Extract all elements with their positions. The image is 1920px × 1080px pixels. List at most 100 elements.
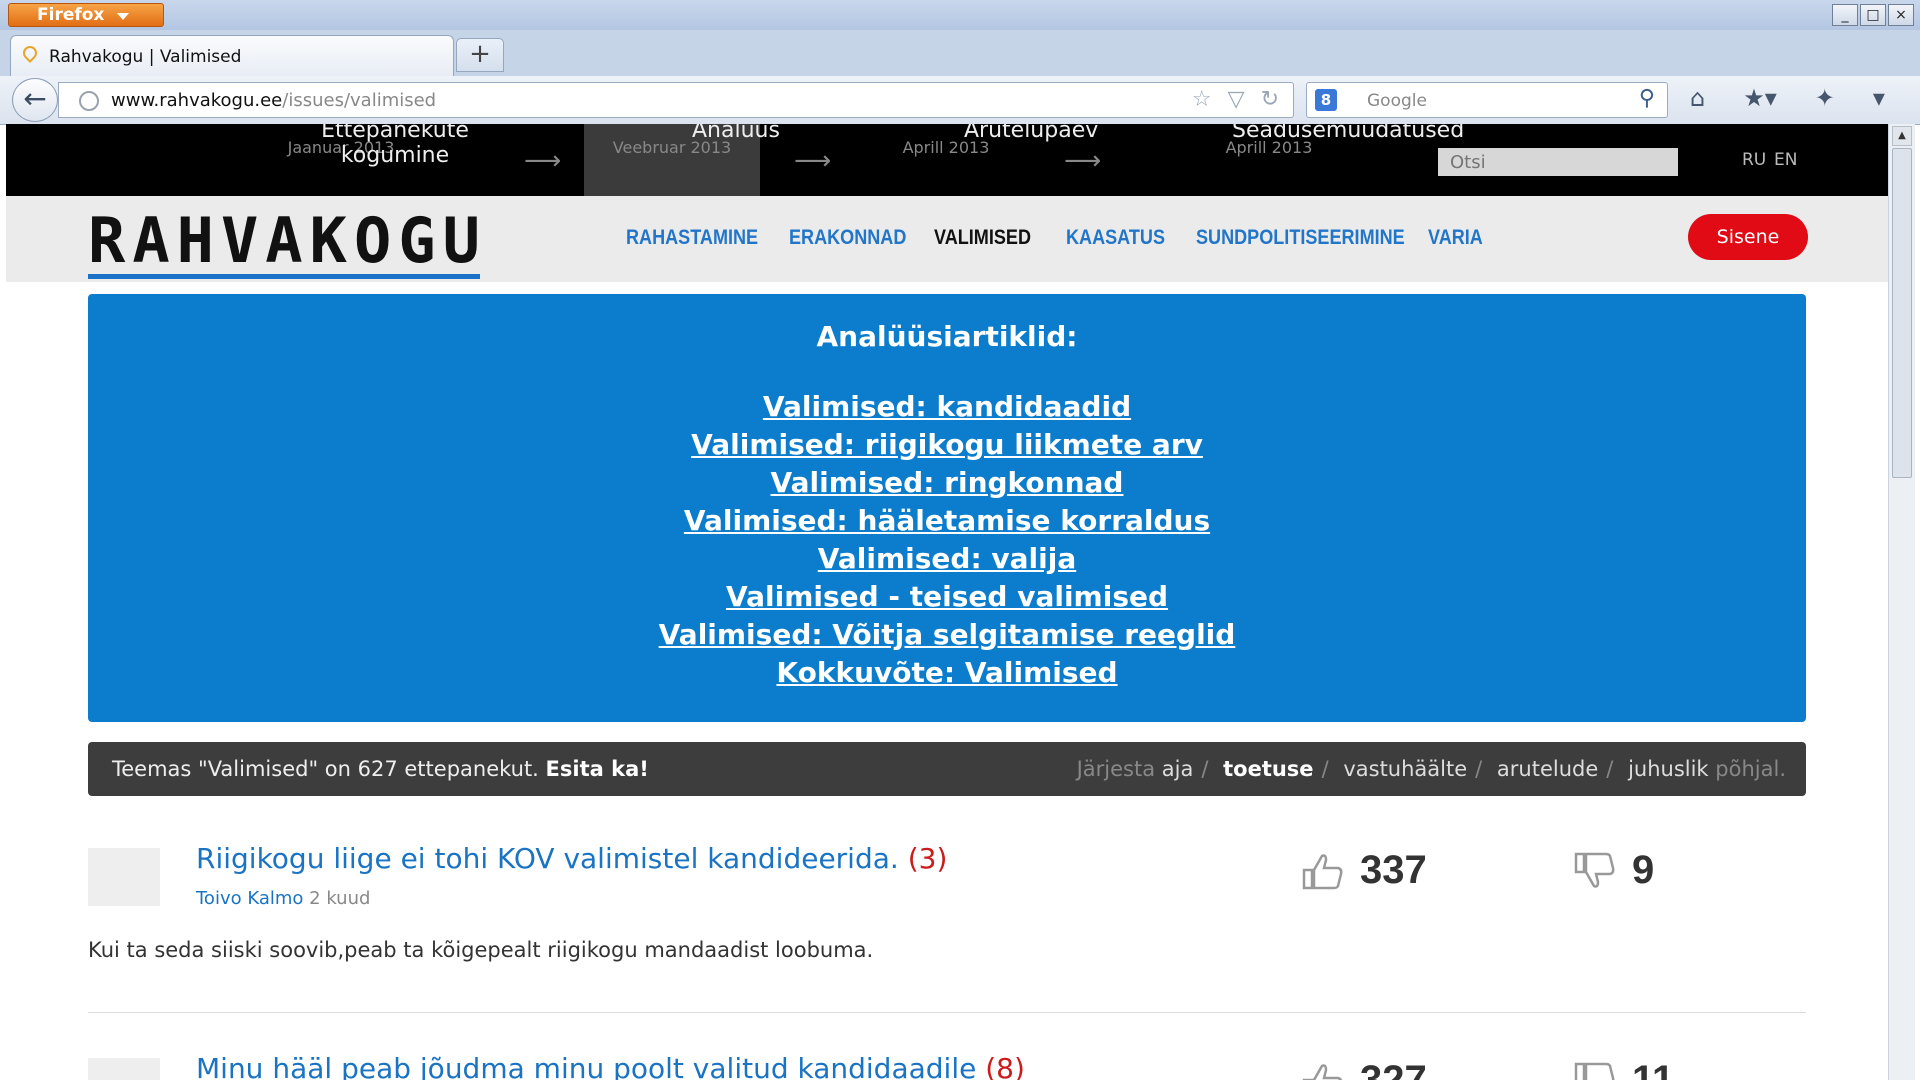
lightbulb-icon [20,43,40,63]
sort-random[interactable]: juhuslik [1628,757,1709,781]
analysis-articles-panel: Analüüsiartiklid: Valimised: kandidaadid… [88,294,1806,722]
back-button[interactable]: ← [12,78,58,122]
analysis-link[interactable]: Valimised: riigikogu liikmete arv [88,426,1806,464]
thumbs-down-icon [1574,852,1615,888]
submit-proposal-link[interactable]: Esita ka! [546,757,649,781]
bookmark-star-icon[interactable]: ☆ [1192,87,1212,112]
thumbs-down-icon [1574,1062,1615,1080]
site-logo[interactable]: RAHVAKOGU [88,204,487,277]
sort-by-opposition[interactable]: vastuhäälte [1343,757,1467,781]
downvote-count: 11 [1632,1058,1675,1080]
upvote-count: 327 [1360,1058,1427,1080]
sort-by-time[interactable]: aja [1162,757,1194,781]
upvote[interactable]: 337 [1302,848,1427,893]
tab-rahvakogu[interactable]: Rahvakogu | Valimised [10,35,454,76]
topic-summary: Teemas "Valimised" on 627 ettepanekut. E… [112,757,649,781]
arrow-right-icon: ⟶ [794,146,832,176]
sort-by-discussions[interactable]: arutelude [1497,757,1598,781]
chevron-down-icon [117,13,129,20]
close-button[interactable]: × [1888,4,1914,26]
sort-by-support[interactable]: toetuse [1223,757,1313,781]
proposal-age: 2 kuud [309,888,371,909]
tab-title: Rahvakogu | Valimised [49,47,242,67]
comment-count: (3) [907,842,948,875]
lang-en-link[interactable]: EN [1774,150,1797,170]
analysis-link[interactable]: Valimised: ringkonnad [88,464,1806,502]
menu-item-valimised[interactable]: VALIMISED [934,226,1031,250]
separator: / [1321,757,1329,781]
page-viewport: Ettepanekute kogumine Jaanuar 2013 ⟶ Ana… [6,124,1888,1080]
menu-item-rahastamine[interactable]: RAHASTAMINE [626,226,758,250]
avatar [88,848,160,906]
lang-ru-link[interactable]: RU [1742,150,1766,170]
proposal-title-text: Minu hääl peab jõudma minu poolt valitud… [196,1052,977,1080]
dropdown-arrow-icon[interactable]: ▽ [1228,87,1245,112]
upvote[interactable]: 327 [1302,1058,1427,1080]
bookmarks-menu-icon[interactable]: ★▾ [1743,84,1777,112]
navigation-toolbar: ← www.rahvakogu.ee/issues/valimised ☆ ▽ … [0,76,1920,125]
tab-bar: Rahvakogu | Valimised + [0,30,1920,76]
phase-bar: Ettepanekute kogumine Jaanuar 2013 ⟶ Ana… [6,124,1888,196]
upvote-count: 337 [1360,848,1427,892]
vertical-scrollbar[interactable]: ▲ [1888,124,1915,1080]
minimize-button[interactable]: _ [1832,4,1858,26]
thumbs-up-icon [1302,853,1343,889]
comment-count: (8) [985,1052,1025,1080]
addon-icon[interactable]: ✦ [1815,84,1835,112]
downvote[interactable]: 9 [1574,848,1654,893]
address-bar[interactable]: www.rahvakogu.ee/issues/valimised ☆ ▽ ↻ [58,82,1294,118]
window-controls: _ □ × [1832,4,1914,26]
downvote[interactable]: 11 [1574,1058,1674,1080]
arrow-right-icon: ⟶ [524,146,562,176]
search-icon[interactable]: ⚲ [1639,86,1655,111]
phase-analysis[interactable]: Analüüs Veebruar 2013 [584,124,780,196]
analysis-link[interactable]: Valimised: hääletamise korraldus [88,502,1806,540]
browser-search-bar[interactable]: 8 Google ⚲ [1306,82,1668,118]
analysis-link[interactable]: Valimised: kandidaadid [88,388,1806,426]
arrow-right-icon: ⟶ [1064,146,1102,176]
menu-item-kaasatus[interactable]: KAASATUS [1066,226,1165,250]
analysis-link[interactable]: Valimised: valija [88,540,1806,578]
site-search-input[interactable] [1438,148,1678,176]
new-tab-button[interactable]: + [456,38,504,72]
menu-item-varia[interactable]: VARIA [1428,226,1483,250]
menu-item-sundpolitiseerimine[interactable]: SUNDPOLITISEERIMINE [1196,226,1405,250]
phase-collecting[interactable]: Ettepanekute kogumine Jaanuar 2013 [176,124,506,196]
author-link[interactable]: Toivo Kalmo [196,888,303,909]
analysis-link[interactable]: Valimised: Võitja selgitamise reeglid [88,616,1806,654]
firefox-menu-button[interactable]: Firefox [8,3,164,27]
scroll-thumb[interactable] [1892,148,1912,478]
phase-title: Ettepanekute kogumine [321,124,469,168]
sort-prefix: Järjesta [1076,757,1156,781]
globe-icon [79,91,99,111]
thumbs-up-icon [1302,1063,1343,1080]
reload-icon[interactable]: ↻ [1261,87,1279,112]
sort-bar: Teemas "Valimised" on 627 ettepanekut. E… [88,742,1806,796]
logo-underline [88,274,480,279]
overflow-menu-icon[interactable]: ▾ [1873,84,1885,112]
scroll-up-button[interactable]: ▲ [1892,126,1912,146]
downvote-count: 9 [1632,848,1655,892]
maximize-button[interactable]: □ [1860,4,1886,26]
search-placeholder: Google [1367,91,1427,111]
url-path: /issues/valimised [282,90,437,111]
analysis-link[interactable]: Kokkuvõte: Valimised [88,654,1806,692]
phase-discussion-day[interactable]: Arutelupäev Aprill 2013 [856,124,1099,196]
sort-suffix: põhjal. [1715,757,1786,781]
login-button[interactable]: Sisene [1688,214,1808,260]
home-icon[interactable]: ⌂ [1690,84,1705,112]
analysis-link[interactable]: Valimised - teised valimised [88,578,1806,616]
url-actions: ☆ ▽ ↻ [1192,87,1279,112]
phase-law-changes[interactable]: Seadusemuudatused Aprill 2013 [1124,124,1465,196]
google-icon[interactable]: 8 [1315,89,1337,111]
proposal-title[interactable]: Riigikogu liige ei tohi KOV valimistel k… [196,842,947,875]
avatar [88,1058,160,1080]
menu-item-erakonnad[interactable]: ERAKONNAD [789,226,906,250]
url-domain: www.rahvakogu.ee [111,90,283,111]
proposal-meta: Toivo Kalmo 2 kuud [196,888,370,909]
separator: / [1475,757,1483,781]
proposal-title-text: Riigikogu liige ei tohi KOV valimistel k… [196,842,899,875]
proposal-title[interactable]: Minu hääl peab jõudma minu poolt valitud… [196,1052,1025,1080]
site-header: RAHVAKOGU RAHASTAMINE ERAKONNAD VALIMISE… [6,196,1888,282]
separator: / [1606,757,1614,781]
